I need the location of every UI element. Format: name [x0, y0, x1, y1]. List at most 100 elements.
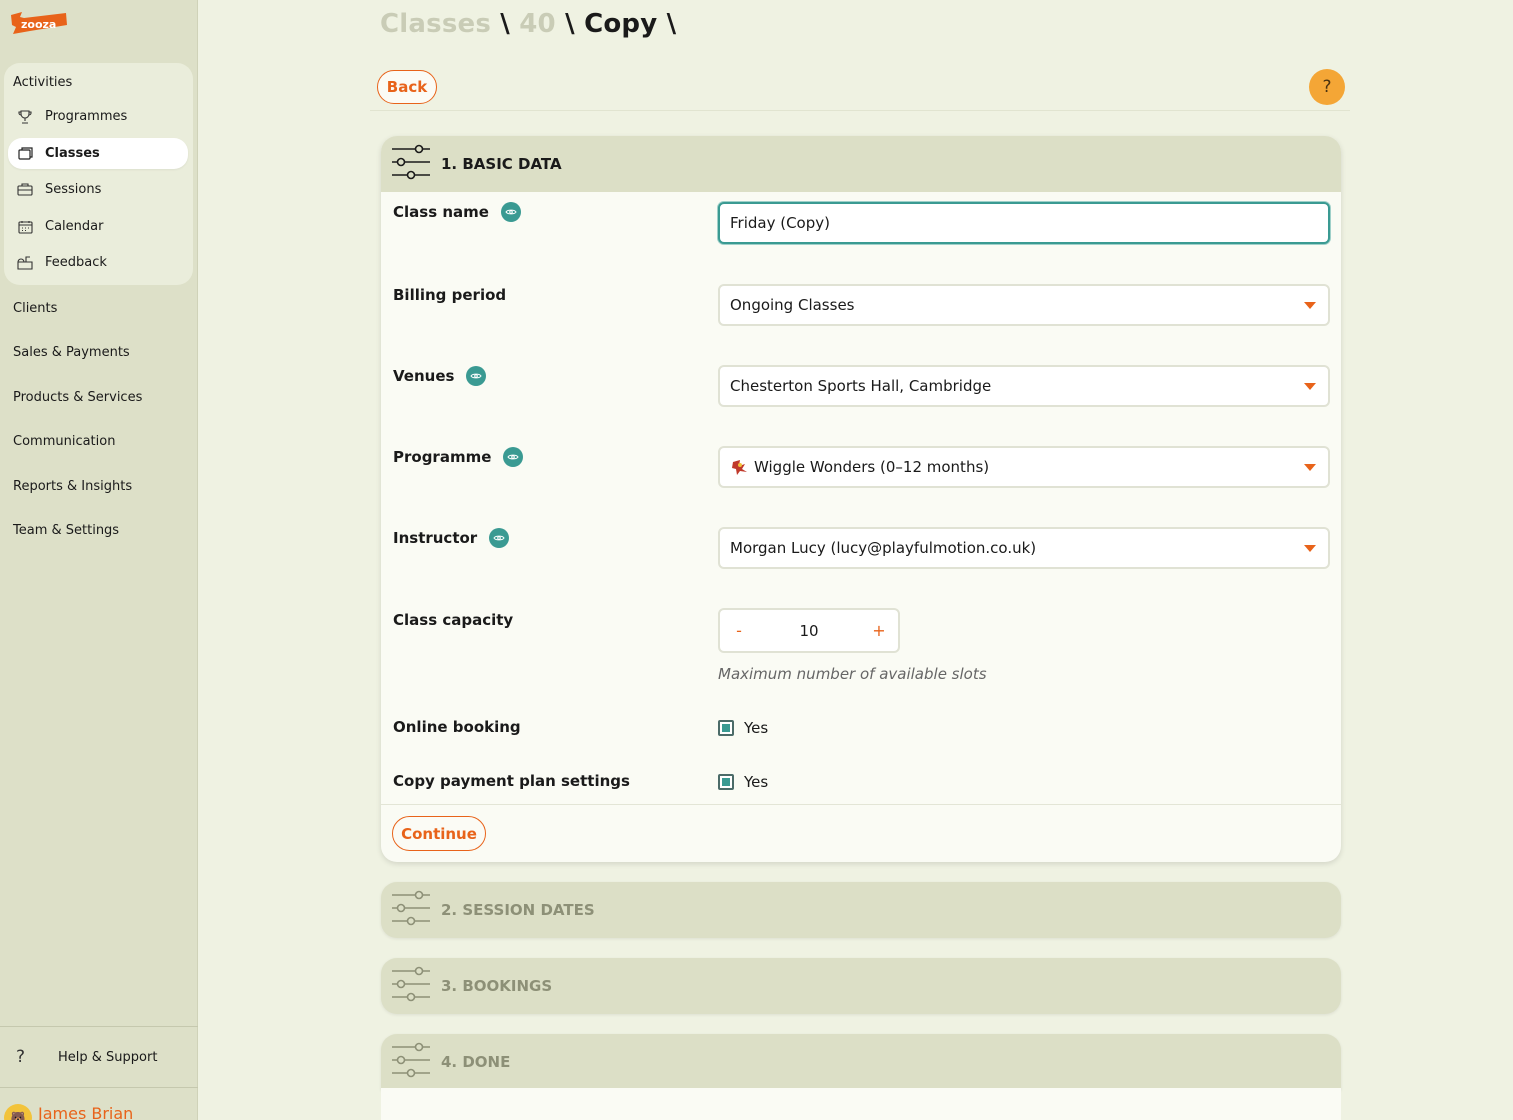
- mailbox-icon: [16, 255, 34, 271]
- breadcrumb-class-id[interactable]: 40: [519, 9, 556, 39]
- section-header-done[interactable]: 4. DONE: [381, 1034, 1341, 1090]
- nav-reports-insights[interactable]: Reports & Insights: [13, 479, 132, 494]
- label-text: Online booking: [393, 718, 521, 736]
- help-button[interactable]: ?: [1309, 69, 1345, 105]
- eye-icon[interactable]: [500, 202, 521, 222]
- instructor-label: Instructor: [393, 528, 510, 548]
- breadcrumb-current: Copy: [584, 9, 658, 39]
- capacity-value[interactable]: 10: [758, 622, 860, 640]
- billing-period-select[interactable]: Ongoing Classes: [718, 284, 1330, 326]
- section-title: 1. BASIC DATA: [441, 155, 562, 173]
- venues-label: Venues: [393, 366, 487, 386]
- label-text: Class name: [393, 203, 489, 221]
- sidebar-item-label: Classes: [45, 146, 100, 161]
- sidebar-item-classes[interactable]: Classes: [8, 138, 188, 169]
- programme-select[interactable]: Wiggle Wonders (0–12 months): [718, 446, 1330, 488]
- online-booking-checkbox[interactable]: Yes: [718, 719, 768, 737]
- chevron-down-icon: [1304, 383, 1316, 390]
- calendar-icon: [16, 219, 34, 235]
- sidebar-divider: [0, 1026, 198, 1027]
- section-title: 3. BOOKINGS: [441, 977, 553, 995]
- billing-period-label: Billing period: [393, 286, 506, 304]
- capacity-stepper: - 10 +: [718, 608, 900, 653]
- sidebar-item-feedback[interactable]: Feedback: [8, 247, 188, 278]
- sidebar-divider: [0, 1087, 198, 1088]
- avatar: 🐻: [4, 1104, 32, 1120]
- eye-icon[interactable]: [503, 447, 524, 467]
- sidebar-item-sessions[interactable]: Sessions: [8, 174, 188, 205]
- class-name-label: Class name: [393, 202, 521, 222]
- chevron-down-icon: [1304, 302, 1316, 309]
- chevron-down-icon: [1304, 545, 1316, 552]
- decrement-button[interactable]: -: [720, 621, 758, 640]
- sidebar-item-label: Calendar: [45, 219, 104, 234]
- checkbox-checked[interactable]: [718, 774, 734, 790]
- toolbar: Back ?: [370, 63, 1350, 111]
- user-name: James Brian: [38, 1103, 134, 1120]
- nav-sales-payments[interactable]: Sales & Payments: [13, 345, 130, 360]
- instructor-select[interactable]: Morgan Lucy (lucy@playfulmotion.co.uk): [718, 527, 1330, 569]
- label-text: Instructor: [393, 529, 478, 547]
- copy-payment-label: Copy payment plan settings: [393, 772, 630, 790]
- breadcrumb-separator: \: [500, 9, 510, 39]
- sliders-icon: [391, 144, 431, 184]
- sidebar-item-calendar[interactable]: Calendar: [8, 211, 188, 242]
- programme-label: Programme: [393, 447, 524, 467]
- continue-button[interactable]: Continue: [392, 816, 486, 851]
- label-text: Class capacity: [393, 611, 514, 629]
- breadcrumb-classes[interactable]: Classes: [380, 9, 491, 39]
- sliders-icon: [391, 966, 431, 1006]
- help-support-link[interactable]: ? Help & Support: [16, 1047, 157, 1067]
- label-text: Programme: [393, 448, 492, 466]
- sliders-icon: [391, 890, 431, 930]
- sidebar: zooza Activities Programmes Classes Sess…: [0, 0, 198, 1120]
- programme-icon: [730, 457, 750, 477]
- breadcrumb: Classes \ 40 \ Copy \: [380, 9, 676, 39]
- basic-data-card: 1. BASIC DATA Class name Billing period …: [381, 136, 1341, 862]
- copy-payment-checkbox[interactable]: Yes: [718, 773, 768, 791]
- trophy-icon: [16, 109, 34, 125]
- section-header-basic-data[interactable]: 1. BASIC DATA: [381, 136, 1341, 192]
- card-divider: [381, 804, 1341, 805]
- chevron-down-icon: [1304, 464, 1316, 471]
- eye-icon[interactable]: [489, 528, 510, 548]
- sidebar-item-label: Sessions: [45, 182, 102, 197]
- online-booking-label: Online booking: [393, 718, 521, 736]
- sidebar-item-label: Programmes: [45, 109, 128, 124]
- programme-value: Wiggle Wonders (0–12 months): [754, 458, 990, 476]
- label-text: Copy payment plan settings: [393, 772, 630, 790]
- nav-communication[interactable]: Communication: [13, 434, 115, 449]
- briefcase-icon: [16, 182, 34, 198]
- eye-icon[interactable]: [466, 366, 487, 386]
- capacity-hint: Maximum number of available slots: [718, 665, 987, 683]
- nav-team-settings[interactable]: Team & Settings: [13, 523, 119, 538]
- capacity-label: Class capacity: [393, 611, 513, 629]
- help-label: Help & Support: [58, 1049, 158, 1065]
- checkbox-label: Yes: [744, 773, 769, 791]
- user-profile[interactable]: 🐻 James Brian: [4, 1094, 133, 1120]
- label-text: Venues: [393, 367, 455, 385]
- activities-title: Activities: [13, 75, 73, 90]
- checkbox-label: Yes: [744, 719, 769, 737]
- billing-period-value: Ongoing Classes: [730, 296, 855, 314]
- section-header-bookings[interactable]: 3. BOOKINGS: [381, 958, 1341, 1014]
- nav-clients[interactable]: Clients: [13, 301, 57, 316]
- back-button[interactable]: Back: [377, 70, 437, 104]
- done-card-body: [381, 1088, 1341, 1120]
- sidebar-item-programmes[interactable]: Programmes: [8, 101, 188, 132]
- nav-products-services[interactable]: Products & Services: [13, 390, 142, 405]
- venues-select[interactable]: Chesterton Sports Hall, Cambridge: [718, 365, 1330, 407]
- instructor-value: Morgan Lucy (lucy@playfulmotion.co.uk): [730, 539, 1037, 557]
- question-icon: ?: [16, 1047, 26, 1067]
- classes-icon: [16, 146, 34, 162]
- class-name-field[interactable]: [730, 214, 1328, 232]
- checkbox-checked[interactable]: [718, 720, 734, 736]
- zooza-logo[interactable]: zooza: [10, 9, 68, 35]
- section-title: 4. DONE: [441, 1053, 511, 1071]
- section-title: 2. SESSION DATES: [441, 901, 595, 919]
- class-name-input[interactable]: [718, 202, 1330, 244]
- section-header-session-dates[interactable]: 2. SESSION DATES: [381, 882, 1341, 938]
- increment-button[interactable]: +: [860, 621, 898, 640]
- sidebar-item-label: Feedback: [45, 255, 107, 270]
- label-text: Billing period: [393, 286, 507, 304]
